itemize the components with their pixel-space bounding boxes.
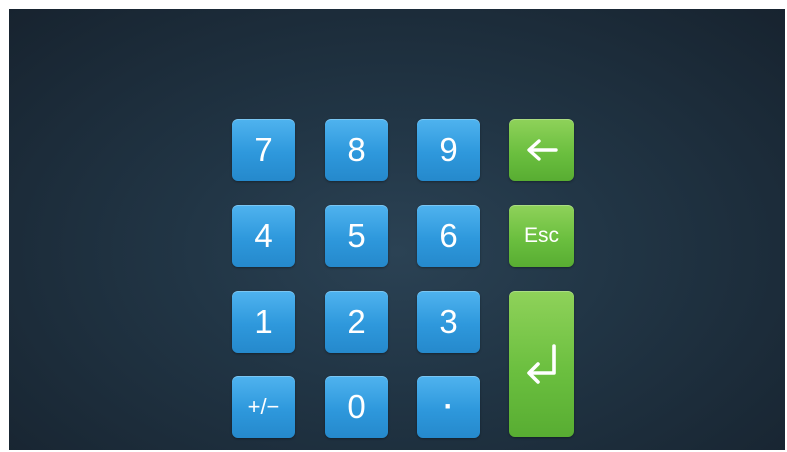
key-7[interactable]: 7: [232, 119, 295, 181]
key-6[interactable]: 6: [417, 205, 480, 267]
key-2[interactable]: 2: [325, 291, 388, 353]
decimal-point-key[interactable]: ·: [417, 376, 480, 438]
key-0[interactable]: 0: [325, 376, 388, 438]
esc-button[interactable]: Esc: [509, 205, 574, 267]
left-arrow-icon: [526, 139, 558, 161]
key-1[interactable]: 1: [232, 291, 295, 353]
backspace-button[interactable]: [509, 119, 574, 181]
sign-toggle-key[interactable]: +/−: [232, 376, 295, 438]
enter-return-icon: [526, 344, 556, 384]
key-8[interactable]: 8: [325, 119, 388, 181]
keypad-screen: 7 8 9 4 5 6 Esc 1 2 3 +/− 0 ·: [9, 9, 785, 450]
enter-button[interactable]: [509, 291, 574, 437]
key-3[interactable]: 3: [417, 291, 480, 353]
key-4[interactable]: 4: [232, 205, 295, 267]
key-9[interactable]: 9: [417, 119, 480, 181]
key-5[interactable]: 5: [325, 205, 388, 267]
